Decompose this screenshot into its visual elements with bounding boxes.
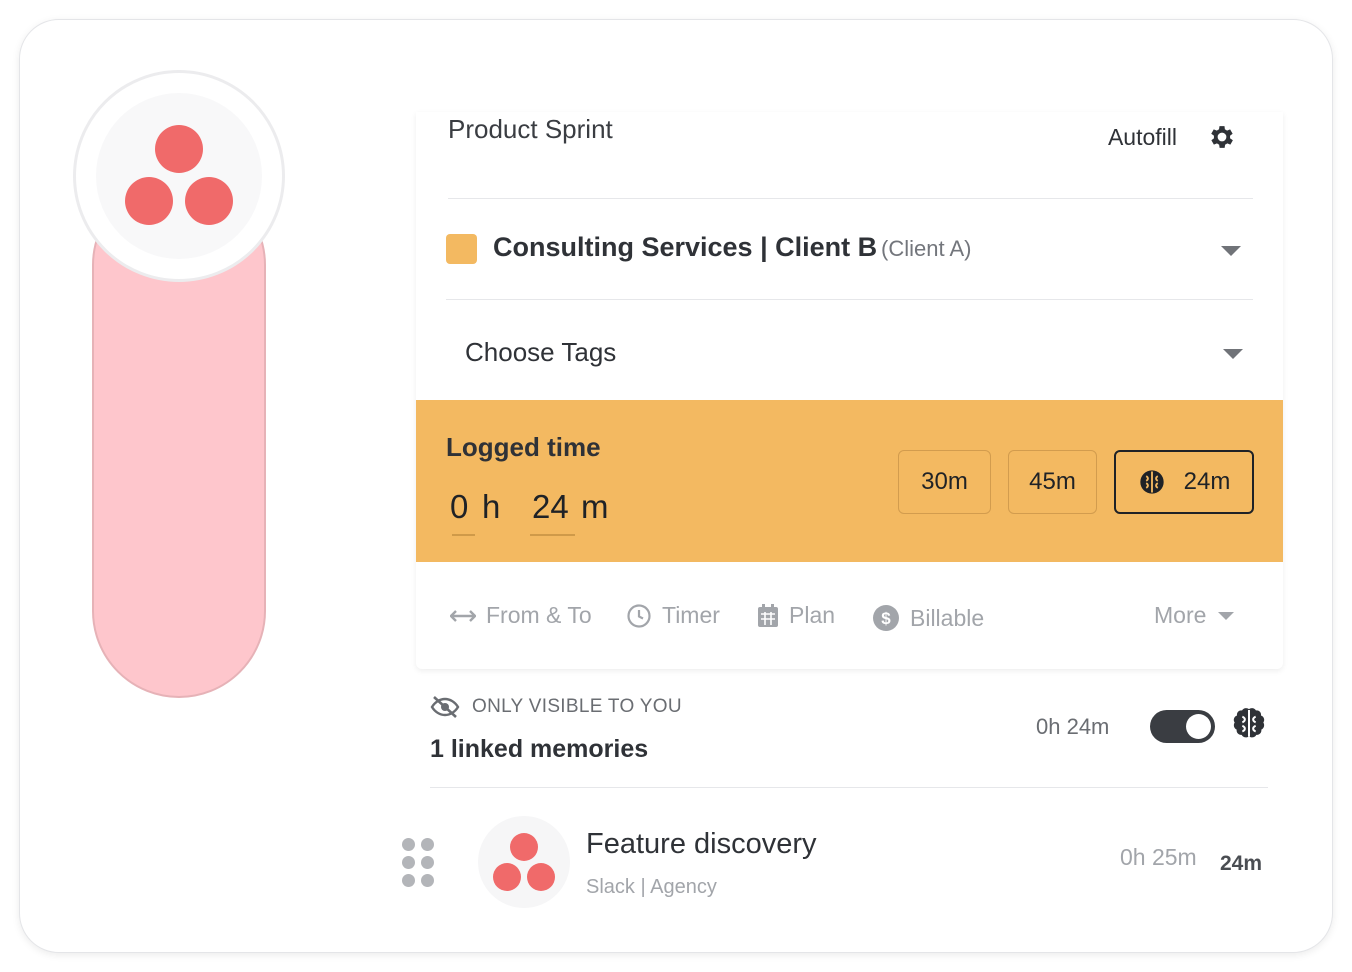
toggle-knob xyxy=(1186,714,1211,739)
memories-divider xyxy=(430,787,1268,788)
minutes-value: 24 xyxy=(532,488,569,525)
plan-option[interactable]: Plan xyxy=(757,602,835,629)
linked-memories-count: 1 linked memories xyxy=(430,735,649,763)
project-name: Consulting Services | Client B xyxy=(493,232,878,262)
suggested-time-value: 24m xyxy=(1183,468,1231,495)
billable-label: Billable xyxy=(910,604,985,631)
asana-logo-icon xyxy=(478,816,570,908)
chevron-down-icon xyxy=(1221,246,1241,256)
project-color-swatch xyxy=(446,234,477,264)
billable-option[interactable]: $ Billable xyxy=(872,604,984,632)
visibility-text: ONLY VISIBLE TO YOU xyxy=(472,696,682,717)
chevron-down-icon xyxy=(1223,349,1243,359)
tags-select[interactable]: Choose Tags xyxy=(446,301,1253,400)
more-label: More xyxy=(1154,602,1207,628)
timer-option[interactable]: Timer xyxy=(626,602,720,629)
time-entry-form: Product Sprint Autofill Consulting Servi… xyxy=(416,112,1283,669)
clock-icon xyxy=(627,603,651,628)
entry-title[interactable]: Product Sprint xyxy=(448,114,613,145)
more-options-button[interactable]: More xyxy=(1154,602,1235,629)
svg-text:$: $ xyxy=(881,609,891,628)
entry-options-row: From & To Timer Plan $ Billable More xyxy=(416,562,1283,669)
minutes-unit: m xyxy=(581,488,609,525)
calendar-icon xyxy=(758,603,778,627)
memory-item-source: Slack | Agency xyxy=(586,876,717,898)
brain-icon[interactable] xyxy=(1228,705,1270,745)
dollar-icon: $ xyxy=(873,605,899,631)
tags-placeholder: Choose Tags xyxy=(465,337,617,367)
memories-total-time: 0h 24m xyxy=(1036,714,1110,739)
drag-handle-icon[interactable] xyxy=(402,838,436,888)
from-to-option[interactable]: From & To xyxy=(450,602,592,629)
client-name: (Client A) xyxy=(881,236,972,261)
title-row: Product Sprint Autofill xyxy=(448,112,1253,199)
minutes-underline xyxy=(530,534,575,536)
quick-30m-button[interactable]: 30m xyxy=(898,450,991,514)
brain-icon xyxy=(1139,470,1164,494)
logged-time-section: Logged time 0 h 24 m 30m 45m 24m xyxy=(416,400,1283,562)
minutes-input[interactable]: 24 xyxy=(532,488,569,526)
arrows-horizontal-icon xyxy=(450,609,476,622)
hours-unit: h xyxy=(482,488,501,525)
project-select[interactable]: Consulting Services | Client B (Client A… xyxy=(446,200,1253,300)
app-logo xyxy=(73,70,285,282)
hours-underline xyxy=(452,534,475,536)
asana-logo-icon xyxy=(96,93,262,259)
chevron-down-icon xyxy=(1218,611,1235,620)
eye-slash-icon xyxy=(430,696,460,718)
hours-input[interactable]: 0 xyxy=(450,488,468,526)
logged-time-label: Logged time xyxy=(446,432,601,462)
plan-label: Plan xyxy=(789,602,836,628)
memories-toggle[interactable] xyxy=(1150,710,1215,743)
memory-item-title: Feature discovery xyxy=(586,828,817,860)
from-to-label: From & To xyxy=(486,602,592,628)
hours-value: 0 xyxy=(450,488,469,525)
autofill-button[interactable]: Autofill xyxy=(1108,124,1177,151)
quick-45m-button[interactable]: 45m xyxy=(1008,450,1097,514)
timer-label: Timer xyxy=(662,602,720,628)
visibility-note: ONLY VISIBLE TO YOU xyxy=(430,695,682,719)
memory-item-logged: 24m xyxy=(1220,852,1263,875)
gear-icon[interactable] xyxy=(1207,122,1237,152)
suggested-time-button[interactable]: 24m xyxy=(1114,450,1254,514)
memory-item-duration: 0h 25m xyxy=(1120,844,1197,870)
